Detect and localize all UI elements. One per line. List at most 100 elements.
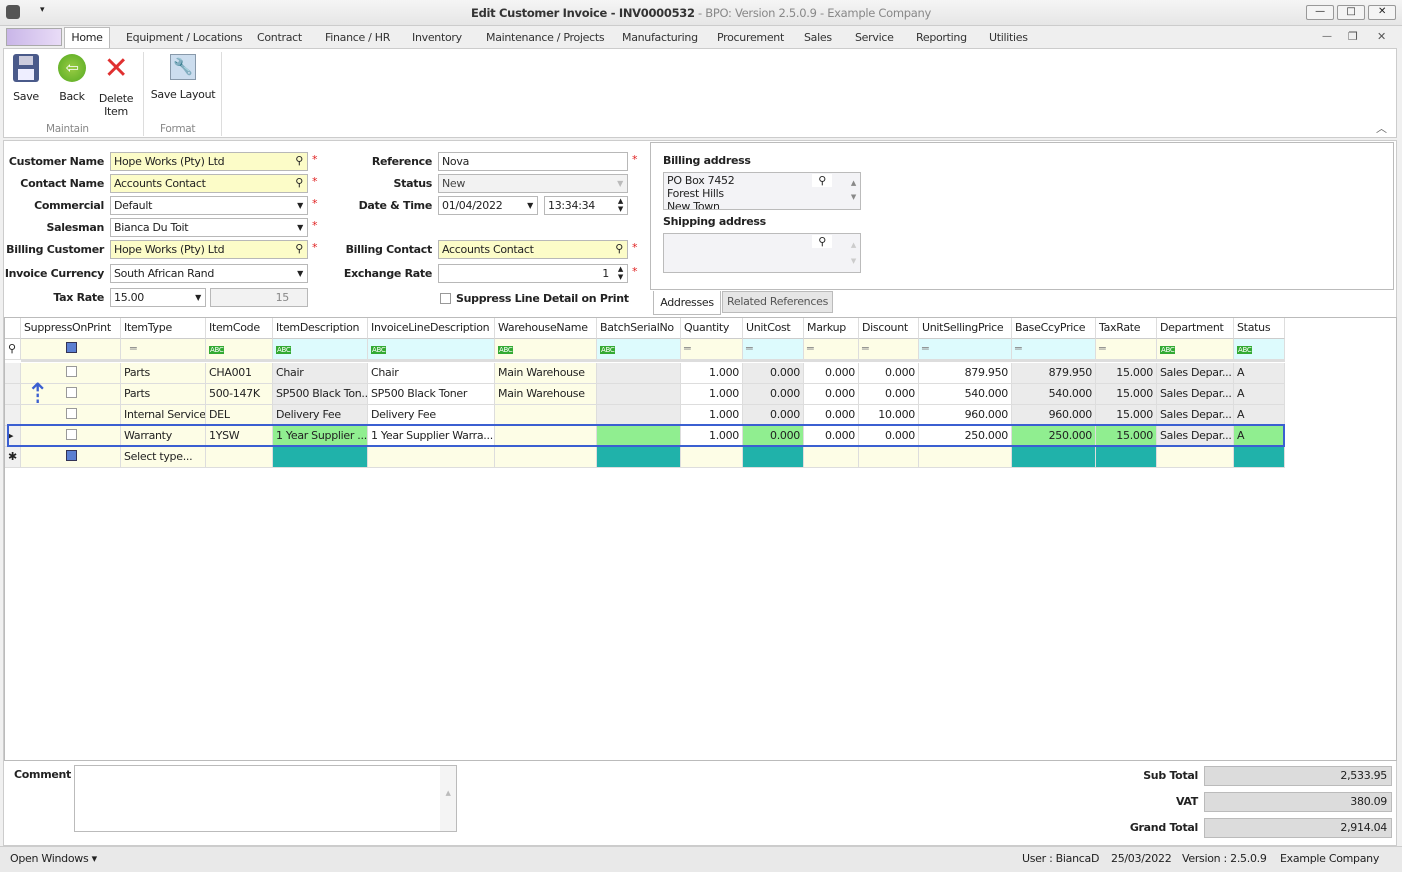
grid-cell-quantity[interactable]: 1.000 (681, 426, 743, 447)
grid-cell-baseccyprice[interactable]: 540.000 (1012, 384, 1096, 405)
grid-cell-unitcost[interactable]: 0.000 (743, 363, 804, 384)
grid-cell-itemdescription[interactable]: 1 Year Supplier ... (273, 426, 368, 447)
row-indicator[interactable] (5, 405, 21, 426)
search-icon[interactable]: ⚲ (812, 235, 832, 248)
grid-cell-unitsellingprice[interactable]: 250.000 (919, 426, 1012, 447)
mdi-minimize-icon[interactable]: — (1322, 31, 1332, 42)
grid-cell-itemtype[interactable]: Warranty (121, 426, 206, 447)
reference-field[interactable]: Nova (438, 152, 628, 171)
grid-cell-warehousename[interactable] (495, 405, 597, 426)
column-header[interactable]: Quantity (681, 318, 743, 339)
grid-cell-status[interactable]: A (1234, 384, 1285, 405)
filter-cell[interactable]: ═ (859, 339, 919, 362)
column-header[interactable]: TaxRate (1096, 318, 1157, 339)
date-picker[interactable]: 01/04/2022 ▼ (438, 196, 538, 215)
column-header[interactable]: BatchSerialNo (597, 318, 681, 339)
filter-cell[interactable]: ABC (273, 339, 368, 362)
new-row-cell[interactable]: Select type... (121, 447, 206, 468)
grid-cell-discount[interactable]: 0.000 (859, 384, 919, 405)
billing-customer-field[interactable]: Hope Works (Pty) Ltd ⚲ (110, 240, 308, 259)
filter-cell[interactable]: ABC (1157, 339, 1234, 362)
grid-cell-itemcode[interactable]: 500-147K (206, 384, 273, 405)
new-row-cell[interactable] (919, 447, 1012, 468)
grid-cell-itemtype[interactable]: Parts (121, 384, 206, 405)
application-menu-button[interactable] (6, 28, 62, 46)
grid-cell-batchserialno[interactable] (597, 426, 681, 447)
row-indicator[interactable] (5, 384, 21, 405)
minimize-button[interactable]: — (1306, 5, 1334, 20)
tab-reporting[interactable]: Reporting (916, 31, 967, 44)
grid-cell-unitcost[interactable]: 0.000 (743, 384, 804, 405)
grid-cell-taxrate[interactable]: 15.000 (1096, 426, 1157, 447)
grid-cell-warehousename[interactable]: Main Warehouse (495, 384, 597, 405)
search-icon[interactable]: ⚲ (295, 176, 303, 189)
grid-cell-quantity[interactable]: 1.000 (681, 405, 743, 426)
grid-cell-taxrate[interactable]: 15.000 (1096, 384, 1157, 405)
tab-sales[interactable]: Sales (804, 31, 832, 44)
grid-cell-unitsellingprice[interactable]: 879.950 (919, 363, 1012, 384)
new-row-cell[interactable] (1012, 447, 1096, 468)
column-header[interactable]: UnitCost (743, 318, 804, 339)
search-icon[interactable]: ⚲ (615, 242, 623, 255)
grid-cell-unitsellingprice[interactable]: 960.000 (919, 405, 1012, 426)
row-indicator[interactable] (5, 363, 21, 384)
billing-address-field[interactable]: PO Box 7452 Forest Hills New Town ⚲ ▲ ▼ (663, 172, 861, 210)
suppress-checkbox[interactable] (66, 387, 77, 398)
comment-textarea[interactable] (74, 765, 457, 832)
new-row-cell[interactable] (206, 447, 273, 468)
collapse-ribbon-icon[interactable]: ︿ (1376, 120, 1387, 136)
suppress-checkbox[interactable] (66, 429, 77, 440)
grid-cell-department[interactable]: Sales Depar... (1157, 384, 1234, 405)
suppress-checkbox[interactable] (66, 366, 77, 377)
new-row-checkbox[interactable] (66, 450, 77, 461)
grid-cell-invoicelinedescription[interactable]: Delivery Fee (368, 405, 495, 426)
grid-cell-status[interactable]: A (1234, 405, 1285, 426)
grid-cell-taxrate[interactable]: 15.000 (1096, 363, 1157, 384)
tab-addresses[interactable]: Addresses (653, 291, 721, 315)
grid-cell-unitcost[interactable]: 0.000 (743, 426, 804, 447)
new-row-cell[interactable] (495, 447, 597, 468)
column-header[interactable]: ItemDescription (273, 318, 368, 339)
grid-cell-quantity[interactable]: 1.000 (681, 384, 743, 405)
search-icon[interactable]: ⚲ (295, 242, 303, 255)
grid-cell-itemdescription[interactable]: Delivery Fee (273, 405, 368, 426)
grid-cell-taxrate[interactable]: 15.000 (1096, 405, 1157, 426)
grid-cell-itemdescription[interactable]: SP500 Black Ton... (273, 384, 368, 405)
grid-cell-unitcost[interactable]: 0.000 (743, 405, 804, 426)
grid-cell-batchserialno[interactable] (597, 405, 681, 426)
filter-cell[interactable]: ABC (206, 339, 273, 362)
filter-cell[interactable]: ═ (1012, 339, 1096, 362)
column-header[interactable]: Status (1234, 318, 1285, 339)
scrollbar[interactable]: ▲ (440, 766, 456, 831)
grid-cell-department[interactable]: Sales Depar... (1157, 363, 1234, 384)
grid-cell-itemtype[interactable]: Parts (121, 363, 206, 384)
grid-cell-invoicelinedescription[interactable]: SP500 Black Toner (368, 384, 495, 405)
search-icon[interactable]: ⚲ (812, 174, 832, 187)
column-header[interactable]: InvoiceLineDescription (368, 318, 495, 339)
grid-cell-unitsellingprice[interactable]: 540.000 (919, 384, 1012, 405)
tab-equipment-locations[interactable]: Equipment / Locations (126, 31, 243, 44)
tab-related-references[interactable]: Related References (722, 291, 833, 313)
invoice-lines-grid[interactable]: ⚲ SuppressOnPrint ItemType ═ ItemCode ABC Item… (4, 317, 1397, 761)
filter-cell[interactable]: ═ (743, 339, 804, 362)
row-indicator[interactable]: ▸ (5, 426, 21, 447)
grid-cell-itemcode[interactable]: DEL (206, 405, 273, 426)
grid-cell-status[interactable]: A (1234, 363, 1285, 384)
invoice-currency-select[interactable]: South African Rand ▼ (110, 264, 308, 283)
delete-item-button[interactable]: ✕ Delete Item (98, 54, 134, 119)
grid-cell-itemdescription[interactable]: Chair (273, 363, 368, 384)
grid-cell-department[interactable]: Sales Depar... (1157, 426, 1234, 447)
filter-cell[interactable]: ═ (804, 339, 859, 362)
column-header[interactable]: SuppressOnPrint (21, 318, 121, 339)
mdi-restore-icon[interactable]: ❐ (1348, 30, 1358, 43)
filter-cell[interactable] (21, 339, 121, 362)
exchange-rate-spinner[interactable]: 1 ▲ ▼ (438, 264, 628, 283)
time-spinner[interactable]: 13:34:34 ▲ ▼ (544, 196, 628, 215)
column-header[interactable]: ItemCode (206, 318, 273, 339)
tab-finance-hr[interactable]: Finance / HR (325, 31, 390, 44)
save-layout-button[interactable]: 🔧 Save Layout (150, 54, 216, 101)
tab-manufacturing[interactable]: Manufacturing (622, 31, 698, 44)
customer-name-field[interactable]: Hope Works (Pty) Ltd ⚲ (110, 152, 308, 171)
new-row-cell[interactable] (1234, 447, 1285, 468)
new-row-cell[interactable] (804, 447, 859, 468)
